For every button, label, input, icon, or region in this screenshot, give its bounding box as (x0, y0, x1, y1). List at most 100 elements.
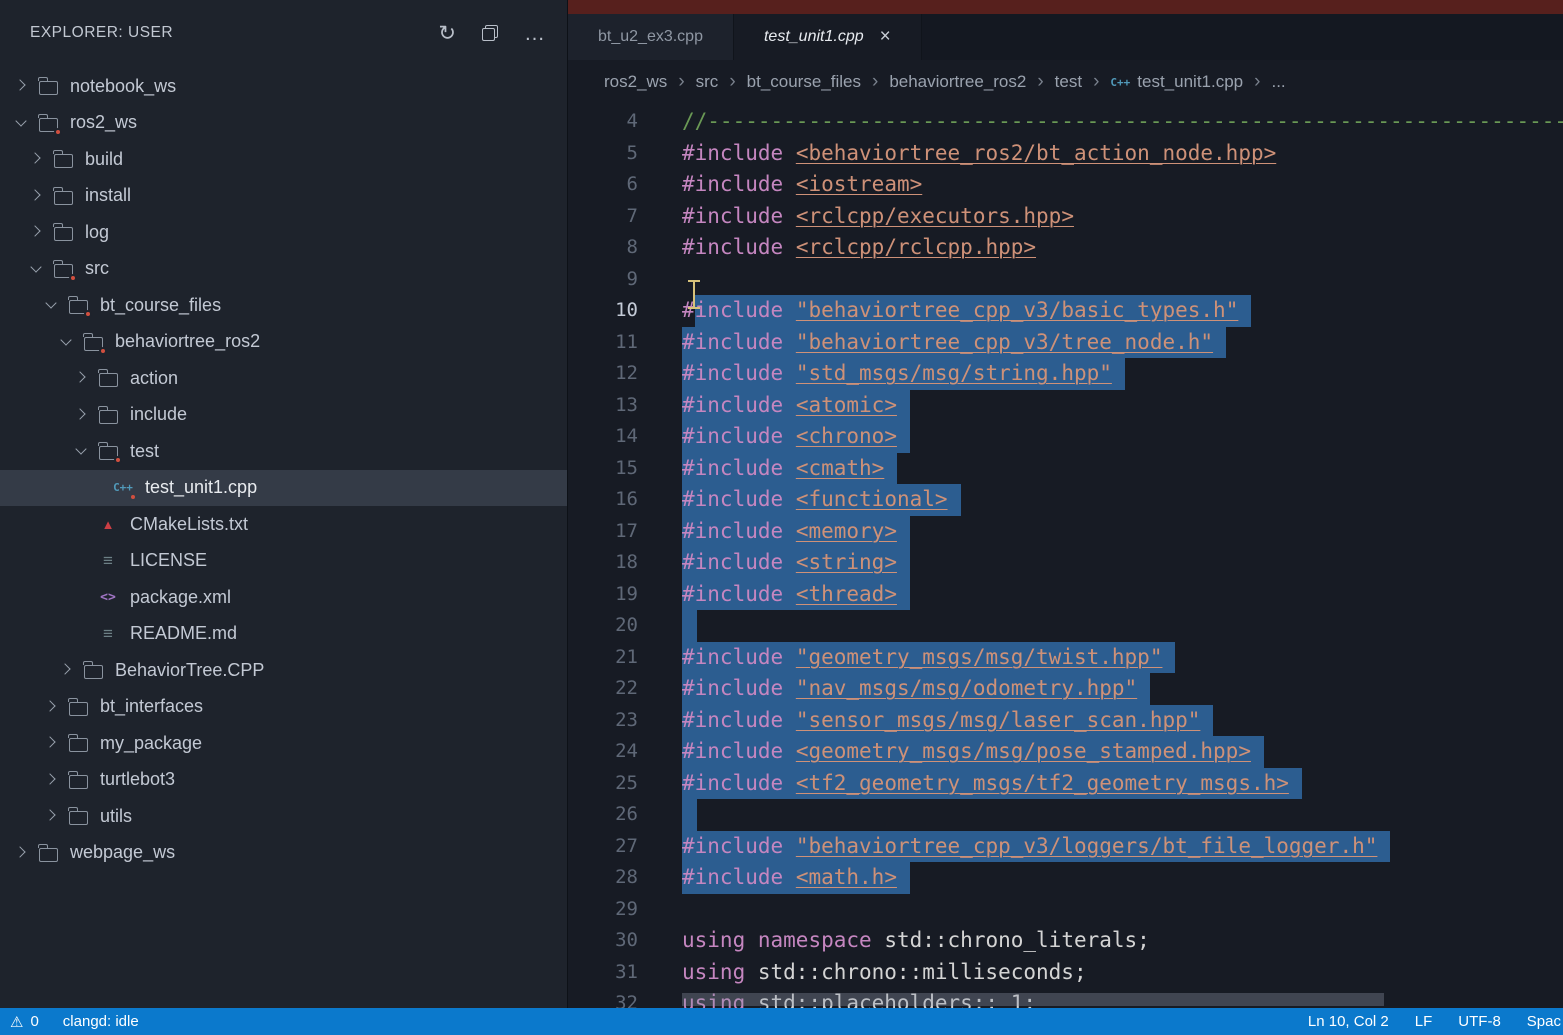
indentation-indicator[interactable]: Spac (1527, 1013, 1561, 1030)
line-content: //--------------------------------------… (682, 106, 1563, 138)
breadcrumb-item-ros2_ws[interactable]: ros2_ws (604, 72, 667, 92)
code-line-22[interactable]: 22#include "nav_msgs/msg/odometry.hpp" (568, 673, 1563, 705)
code-token (783, 519, 796, 543)
tree-folder-bt_course_files[interactable]: bt_course_files (0, 287, 567, 324)
tree-folder-utils[interactable]: utils (0, 798, 567, 835)
code-line-21[interactable]: 21#include "geometry_msgs/msg/twist.hpp" (568, 642, 1563, 674)
tree-folder-src[interactable]: src (0, 251, 567, 288)
cursor-position[interactable]: Ln 10, Col 2 (1308, 1013, 1389, 1030)
code-line-19[interactable]: 19#include <thread> (568, 579, 1563, 611)
duplicate-icon[interactable] (482, 25, 498, 41)
breadcrumb-item-test_unit1.cpp[interactable]: C++test_unit1.cpp (1110, 72, 1243, 92)
folder-icon (96, 366, 120, 390)
line-number: 12 (568, 358, 638, 390)
tree-file-CMakeLists.txt[interactable]: ▲CMakeLists.txt (0, 506, 567, 543)
folder-icon (51, 220, 75, 244)
code-line-23[interactable]: 23#include "sensor_msgs/msg/laser_scan.h… (568, 705, 1563, 737)
encoding-indicator[interactable]: UTF-8 (1458, 1013, 1501, 1030)
code-line-4[interactable]: 4//-------------------------------------… (568, 106, 1563, 138)
tree-file-README.md[interactable]: ≡README.md (0, 616, 567, 653)
code-line-10[interactable]: 10#include "behaviortree_cpp_v3/basic_ty… (568, 295, 1563, 327)
code-line-20[interactable]: 20 (568, 610, 1563, 642)
code-line-13[interactable]: 13#include <atomic> (568, 390, 1563, 422)
eol-indicator[interactable]: LF (1415, 1013, 1433, 1030)
code-line-28[interactable]: 28#include <math.h> (568, 862, 1563, 894)
horizontal-scrollbar[interactable] (682, 993, 1384, 1006)
breadcrumb-item-src[interactable]: src (696, 72, 719, 92)
code-line-12[interactable]: 12#include "std_msgs/msg/string.hpp" (568, 358, 1563, 390)
tree-folder-action[interactable]: action (0, 360, 567, 397)
tree-folder-my_package[interactable]: my_package (0, 725, 567, 762)
breadcrumb-item-bt_course_files[interactable]: bt_course_files (747, 72, 861, 92)
code-token: "geometry_msgs/msg/twist.hpp" (796, 645, 1163, 669)
code-line-17[interactable]: 17#include <memory> (568, 516, 1563, 548)
tab-test_unit1.cpp[interactable]: test_unit1.cpp× (734, 14, 922, 60)
tree-file-package.xml[interactable]: <>package.xml (0, 579, 567, 616)
code-editor[interactable]: 4//-------------------------------------… (568, 104, 1563, 1008)
refresh-icon[interactable]: ↻ (438, 23, 456, 44)
tree-item-label: test_unit1.cpp (145, 477, 257, 498)
code-token (783, 487, 796, 511)
tree-file-test_unit1.cpp[interactable]: C++ test_unit1.cpp (0, 470, 567, 507)
tree-file-LICENSE[interactable]: ≡LICENSE (0, 543, 567, 580)
breadcrumb-item-behaviortree_ros2[interactable]: behaviortree_ros2 (889, 72, 1026, 92)
code-line-26[interactable]: 26 (568, 799, 1563, 831)
chevron-down-icon (72, 441, 92, 461)
code-line-15[interactable]: 15#include <cmath> (568, 453, 1563, 485)
selection-highlight: #include "sensor_msgs/msg/laser_scan.hpp… (682, 705, 1213, 737)
code-token: <atomic> (796, 393, 897, 417)
more-actions-icon[interactable]: … (524, 23, 545, 44)
code-token: <thread> (796, 582, 897, 606)
tree-folder-include[interactable]: include (0, 397, 567, 434)
line-number: 20 (568, 610, 638, 642)
code-line-14[interactable]: 14#include <chrono> (568, 421, 1563, 453)
code-line-7[interactable]: 7#include <rclcpp/executors.hpp> (568, 201, 1563, 233)
warning-icon: ⚠ (10, 1013, 23, 1031)
language-server-status[interactable]: clangd: idle (63, 1013, 139, 1030)
tree-item-label: action (130, 368, 178, 389)
code-line-18[interactable]: 18#include <string> (568, 547, 1563, 579)
chevron-spacer (87, 478, 107, 498)
code-token: #include (682, 739, 783, 763)
tree-folder-bt_interfaces[interactable]: bt_interfaces (0, 689, 567, 726)
tree-folder-test[interactable]: test (0, 433, 567, 470)
code-line-11[interactable]: 11#include "behaviortree_cpp_v3/tree_nod… (568, 327, 1563, 359)
code-token (783, 645, 796, 669)
tree-folder-install[interactable]: install (0, 178, 567, 215)
code-line-5[interactable]: 5#include <behaviortree_ros2/bt_action_n… (568, 138, 1563, 170)
code-line-29[interactable]: 29 (568, 894, 1563, 926)
line-number: 24 (568, 736, 638, 768)
code-token (783, 834, 796, 858)
code-line-31[interactable]: 31using std::chrono::milliseconds; (568, 957, 1563, 989)
code-line-24[interactable]: 24#include <geometry_msgs/msg/pose_stamp… (568, 736, 1563, 768)
folder-shape (54, 154, 73, 168)
tree-item-label: src (85, 258, 109, 279)
problems-indicator[interactable]: ⚠ 0 (10, 1013, 39, 1031)
code-line-6[interactable]: 6#include <iostream> (568, 169, 1563, 201)
breadcrumb-item-test[interactable]: test (1055, 72, 1082, 92)
code-line-16[interactable]: 16#include <functional> (568, 484, 1563, 516)
tree-folder-log[interactable]: log (0, 214, 567, 251)
code-line-8[interactable]: 8#include <rclcpp/rclcpp.hpp> (568, 232, 1563, 264)
close-icon[interactable]: × (880, 26, 891, 48)
breadcrumb-label: behaviortree_ros2 (889, 72, 1026, 92)
tree-folder-build[interactable]: build (0, 141, 567, 178)
line-number: 17 (568, 516, 638, 548)
tree-folder-ros2_ws[interactable]: ros2_ws (0, 105, 567, 142)
code-line-27[interactable]: 27#include "behaviortree_cpp_v3/loggers/… (568, 831, 1563, 863)
code-line-30[interactable]: 30using namespace std::chrono_literals; (568, 925, 1563, 957)
tree-folder-notebook_ws[interactable]: notebook_ws (0, 68, 567, 105)
tab-bt_u2_ex3.cpp[interactable]: bt_u2_ex3.cpp (568, 14, 734, 60)
list-file-icon: ≡ (96, 549, 120, 573)
tree-folder-BehaviorTree.CPP[interactable]: BehaviorTree.CPP (0, 652, 567, 689)
tree-folder-webpage_ws[interactable]: webpage_ws (0, 835, 567, 872)
tree-folder-turtlebot3[interactable]: turtlebot3 (0, 762, 567, 799)
code-line-25[interactable]: 25#include <tf2_geometry_msgs/tf2_geomet… (568, 768, 1563, 800)
tree-folder-behaviortree_ros2[interactable]: behaviortree_ros2 (0, 324, 567, 361)
breadcrumb-item-...[interactable]: ... (1271, 72, 1285, 92)
cpp-file-icon: C++ (111, 476, 135, 500)
folder-shape (99, 410, 118, 424)
tab-label: bt_u2_ex3.cpp (598, 28, 703, 46)
code-line-9[interactable]: 9 (568, 264, 1563, 296)
code-token: <iostream> (796, 172, 922, 196)
